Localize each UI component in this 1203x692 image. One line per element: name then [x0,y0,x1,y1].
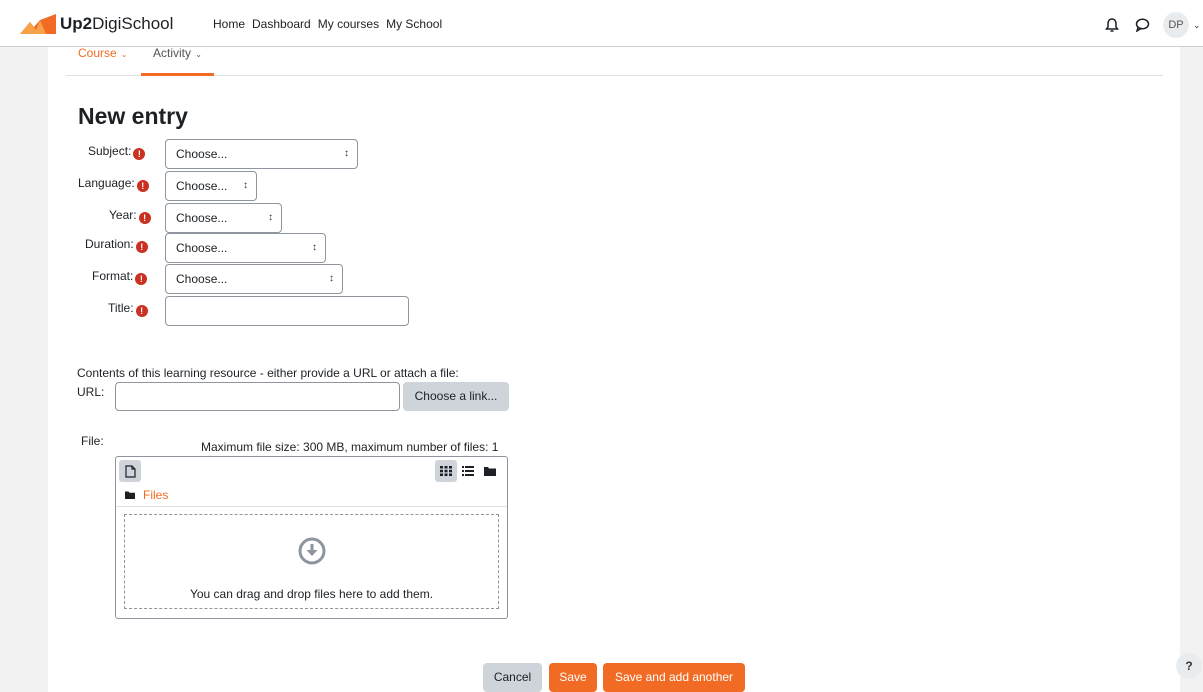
required-icon: ! [136,180,149,192]
tab-activity-label: Activity [153,46,192,60]
grid-view-icon[interactable] [435,460,457,482]
sort-arrows-icon: ↕ [344,148,349,159]
required-icon: ! [133,148,146,160]
dropzone-text: You can drag and drop files here to add … [189,587,434,601]
tab-activity[interactable]: Activity ⌄ [141,47,214,76]
file-manager: Files You can drag and drop files here t… [115,456,508,619]
cancel-button[interactable]: Cancel [483,663,542,692]
save-button[interactable]: Save [549,663,597,692]
file-path-breadcrumb[interactable]: Files [125,488,168,502]
file-label: File: [81,434,104,448]
logo-icon [20,14,56,34]
url-label: URL: [77,385,105,399]
duration-label: Duration:! [85,237,148,253]
files-folder-link[interactable]: Files [143,488,168,502]
year-select[interactable]: Choose... ↕ [165,203,282,233]
nav-dashboard-link[interactable]: Dashboard [252,17,311,31]
tab-course[interactable]: Course ⌄ [66,47,140,76]
messages-chat-icon[interactable] [1133,16,1151,34]
divider [116,506,507,507]
scrollbar[interactable] [1190,47,1203,692]
sort-arrows-icon: ↕ [268,212,273,223]
list-view-icon[interactable] [457,460,479,482]
file-dropzone[interactable]: You can drag and drop files here to add … [124,514,499,609]
site-logo[interactable]: Up2DigiSchool [20,13,173,35]
sort-arrows-icon: ↕ [312,242,317,253]
file-manager-toolbar [116,457,507,484]
main-content: Course ⌄ Activity ⌄ New entry Subject:! … [48,47,1180,692]
folder-icon [125,491,135,499]
duration-select[interactable]: Choose... ↕ [165,233,326,263]
title-input[interactable] [165,296,409,326]
notifications-bell-icon[interactable] [1103,16,1121,34]
file-limits-text: Maximum file size: 300 MB, maximum numbe… [201,440,499,454]
folder-view-icon[interactable] [479,460,501,482]
subject-select[interactable]: Choose... ↕ [165,139,358,169]
contents-intro-text: Contents of this learning resource - eit… [77,366,459,380]
view-switcher [435,460,501,482]
required-icon: ! [138,212,151,224]
required-icon: ! [135,305,148,317]
title-label: Title:! [108,301,148,317]
file-icon [124,464,136,478]
user-nav: DP ⌄ [1103,12,1203,38]
primary-nav: Home Dashboard My courses My School [213,17,442,31]
secondary-nav: Course ⌄ Activity ⌄ [66,47,1163,76]
nav-my-courses-link[interactable]: My courses [318,17,379,31]
tab-course-label: Course [78,46,117,60]
format-label: Format:! [92,269,148,285]
user-menu-chevron-down-icon[interactable]: ⌄ [1193,20,1203,31]
save-and-add-another-button[interactable]: Save and add another [603,663,745,692]
year-label: Year:! [109,208,151,224]
download-arrow-circle-icon [297,536,327,569]
format-select[interactable]: Choose... ↕ [165,264,343,294]
brand-name: Up2DigiSchool [60,14,174,33]
choose-link-button[interactable]: Choose a link... [403,382,509,411]
language-select[interactable]: Choose... ↕ [165,171,257,201]
subject-label: Subject:! [88,144,146,160]
chevron-down-icon: ⌄ [193,50,202,59]
sort-arrows-icon: ↕ [329,273,334,284]
required-icon: ! [135,273,148,285]
nav-my-school-link[interactable]: My School [386,17,442,31]
chevron-down-icon: ⌄ [118,50,128,59]
user-avatar[interactable]: DP [1163,12,1189,38]
required-icon: ! [135,241,148,253]
top-navbar: Up2DigiSchool Home Dashboard My courses … [0,0,1203,47]
page-title: New entry [78,103,188,129]
url-input[interactable] [115,382,400,411]
add-file-button[interactable] [119,460,141,482]
nav-home-link[interactable]: Home [213,17,245,31]
help-button[interactable]: ? [1176,653,1202,679]
language-label: Language:! [78,176,149,192]
sort-arrows-icon: ↕ [243,180,248,191]
